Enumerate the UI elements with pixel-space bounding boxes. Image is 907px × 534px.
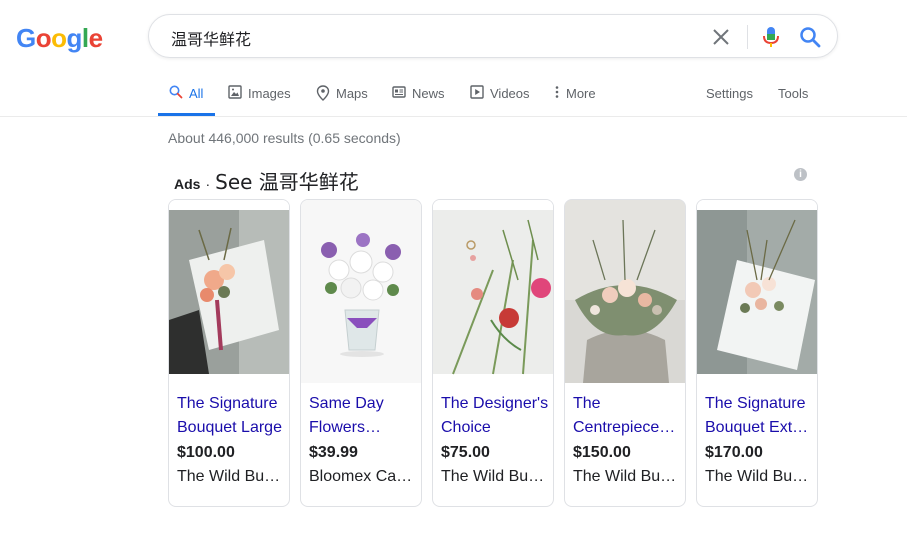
logo-letter-g2: g <box>66 23 83 53</box>
ads-header: Ads · See 温哥华鲜花 <box>174 166 359 195</box>
settings-link[interactable]: Settings <box>706 86 753 101</box>
product-card[interactable]: Same Day Flowers Vancouver $39.99 Bloome… <box>300 199 422 507</box>
product-price: $170.00 <box>705 444 763 461</box>
info-icon[interactable]: i <box>794 168 807 181</box>
product-seller: The Wild Bunch <box>573 468 681 485</box>
product-title[interactable]: The Signature Bouquet Extra Large <box>705 392 813 440</box>
tab-label: Videos <box>490 86 530 101</box>
tabs-divider <box>0 116 907 117</box>
voice-search-button[interactable] <box>761 25 781 49</box>
close-icon <box>713 29 729 45</box>
ads-title: See 温哥华鲜花 <box>215 170 359 194</box>
image-icon <box>228 85 242 99</box>
product-price: $100.00 <box>177 444 235 461</box>
microphone-icon <box>763 27 779 47</box>
product-seller: Bloomex Canada <box>309 468 417 485</box>
google-logo[interactable]: Google <box>16 22 103 54</box>
results-stats: About 446,000 results (0.65 seconds) <box>168 130 401 146</box>
product-image <box>697 200 817 383</box>
tab-label: Images <box>248 86 291 101</box>
product-price: $39.99 <box>309 444 358 461</box>
product-card[interactable]: The Signature Bouquet Extra Large $170.0… <box>696 199 818 507</box>
newspaper-icon <box>392 86 406 98</box>
product-image <box>433 200 553 383</box>
product-seller: The Wild Bunch <box>705 468 813 485</box>
ads-label: Ads <box>174 176 201 192</box>
product-card[interactable]: The Signature Bouquet Large $100.00 The … <box>168 199 290 507</box>
search-box <box>148 14 838 58</box>
search-icon <box>800 27 821 48</box>
tools-link[interactable]: Tools <box>778 86 808 101</box>
tab-all[interactable]: All <box>158 80 215 116</box>
logo-letter-o1: o <box>35 23 52 53</box>
play-icon <box>470 85 484 99</box>
tab-label: News <box>412 86 445 101</box>
product-price: $75.00 <box>441 444 490 461</box>
tab-videos[interactable]: Videos <box>470 80 530 116</box>
logo-letter-o2: o <box>51 23 67 53</box>
product-image <box>169 200 289 383</box>
tab-label: More <box>566 86 596 101</box>
product-seller: The Wild Bunch <box>441 468 549 485</box>
more-vertical-icon <box>555 86 559 98</box>
logo-letter-e: e <box>88 23 103 53</box>
search-submit-button[interactable] <box>799 26 821 48</box>
product-card[interactable]: The Designer's Choice $75.00 The Wild Bu… <box>432 199 554 507</box>
clear-search-button[interactable] <box>711 27 731 47</box>
ads-separator: · <box>205 176 211 192</box>
tab-more[interactable]: More <box>554 80 596 116</box>
product-price: $150.00 <box>573 444 631 461</box>
logo-letter-g: G <box>16 23 36 53</box>
tab-news[interactable]: News <box>392 80 445 116</box>
tab-label: Maps <box>336 86 368 101</box>
product-image <box>565 200 685 383</box>
product-card[interactable]: The Centrepiece Arrangement $150.00 The … <box>564 199 686 507</box>
search-icon <box>169 85 183 99</box>
product-title[interactable]: The Signature Bouquet Large <box>177 392 285 440</box>
product-title[interactable]: The Centrepiece Arrangement <box>573 392 681 440</box>
tab-images[interactable]: Images <box>228 80 291 116</box>
product-seller: The Wild Bunch <box>177 468 285 485</box>
product-image <box>301 200 421 383</box>
search-input[interactable] <box>169 25 693 51</box>
search-divider <box>747 25 748 49</box>
tab-label: All <box>189 86 204 101</box>
product-title[interactable]: Same Day Flowers Vancouver <box>309 392 417 440</box>
product-title[interactable]: The Designer's Choice <box>441 392 549 440</box>
map-pin-icon <box>316 85 330 101</box>
logo-letter-l: l <box>81 23 89 53</box>
tab-maps[interactable]: Maps <box>316 80 368 116</box>
